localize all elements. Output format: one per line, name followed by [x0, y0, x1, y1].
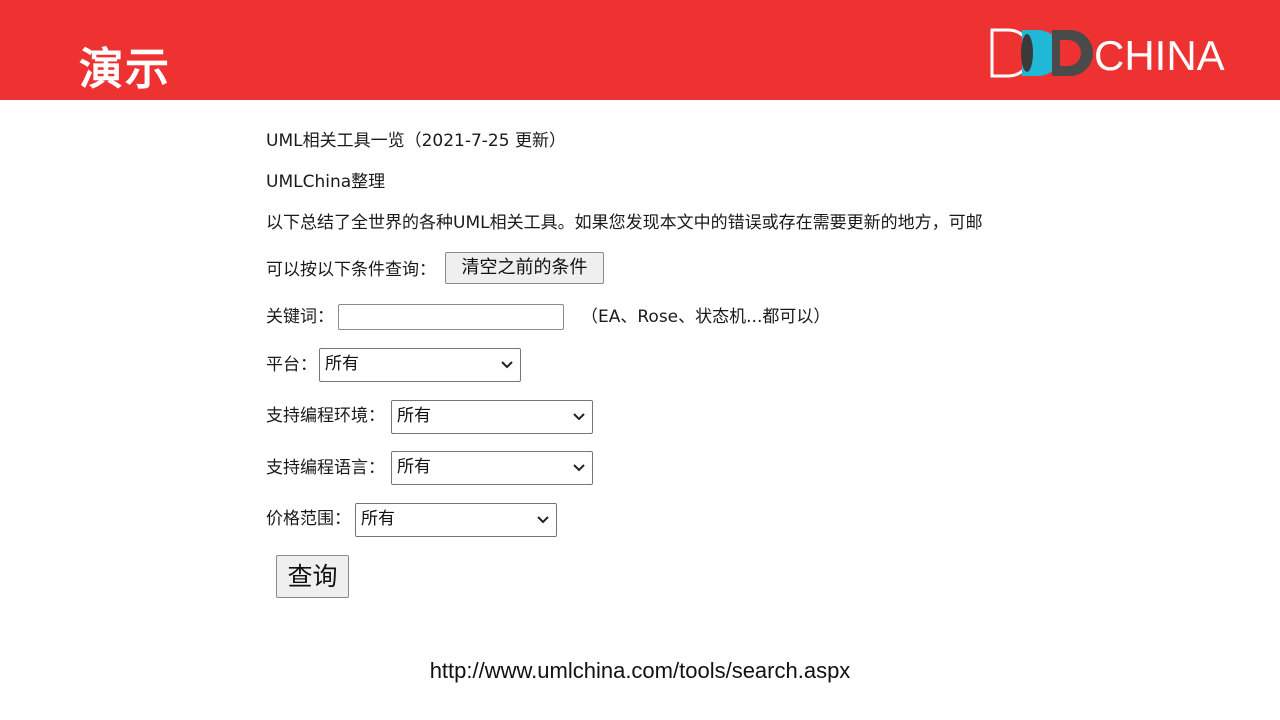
- platform-label: 平台：: [266, 355, 317, 375]
- platform-select[interactable]: 所有: [319, 348, 521, 382]
- chevron-down-icon: [537, 516, 549, 524]
- language-select-value: 所有: [397, 457, 431, 477]
- page-intro: 以下总结了全世界的各种UML相关工具。如果您发现本文中的错误或存在需要更新的地方…: [266, 213, 983, 233]
- logo-text: CHINA: [1094, 32, 1225, 79]
- chevron-down-icon: [573, 464, 585, 472]
- chevron-down-icon: [573, 413, 585, 421]
- slide-title: 演示: [79, 44, 171, 95]
- ide-select[interactable]: 所有: [391, 400, 593, 434]
- query-prompt: 可以按以下条件查询：: [266, 260, 436, 280]
- page-heading: UML相关工具一览（2021-7-25 更新）: [266, 131, 566, 151]
- price-select-value: 所有: [361, 509, 395, 529]
- ddd-logo-icon: [990, 28, 1093, 78]
- keyword-hint: （EA、Rose、状态机...都可以）: [581, 307, 831, 327]
- price-label: 价格范围：: [266, 509, 351, 529]
- clear-conditions-button[interactable]: 清空之前的条件: [445, 252, 604, 284]
- keyword-input[interactable]: [338, 304, 564, 330]
- price-select[interactable]: 所有: [355, 503, 557, 537]
- platform-select-value: 所有: [325, 354, 359, 374]
- language-label: 支持编程语言：: [266, 458, 385, 478]
- search-button[interactable]: 查询: [276, 555, 349, 598]
- page-author: UMLChina整理: [266, 172, 386, 192]
- ide-select-value: 所有: [397, 406, 431, 426]
- ide-label: 支持编程环境：: [266, 406, 385, 426]
- ddd-china-logo: CHINA: [990, 28, 1235, 79]
- language-select[interactable]: 所有: [391, 451, 593, 485]
- keyword-label: 关键词：: [266, 307, 334, 327]
- chevron-down-icon: [501, 361, 513, 369]
- slide: 演示 CHINA UML相关工具一览（2021-7-25 更新） UMLChin…: [0, 0, 1280, 720]
- page-url: http://www.umlchina.com/tools/search.asp…: [429, 658, 851, 683]
